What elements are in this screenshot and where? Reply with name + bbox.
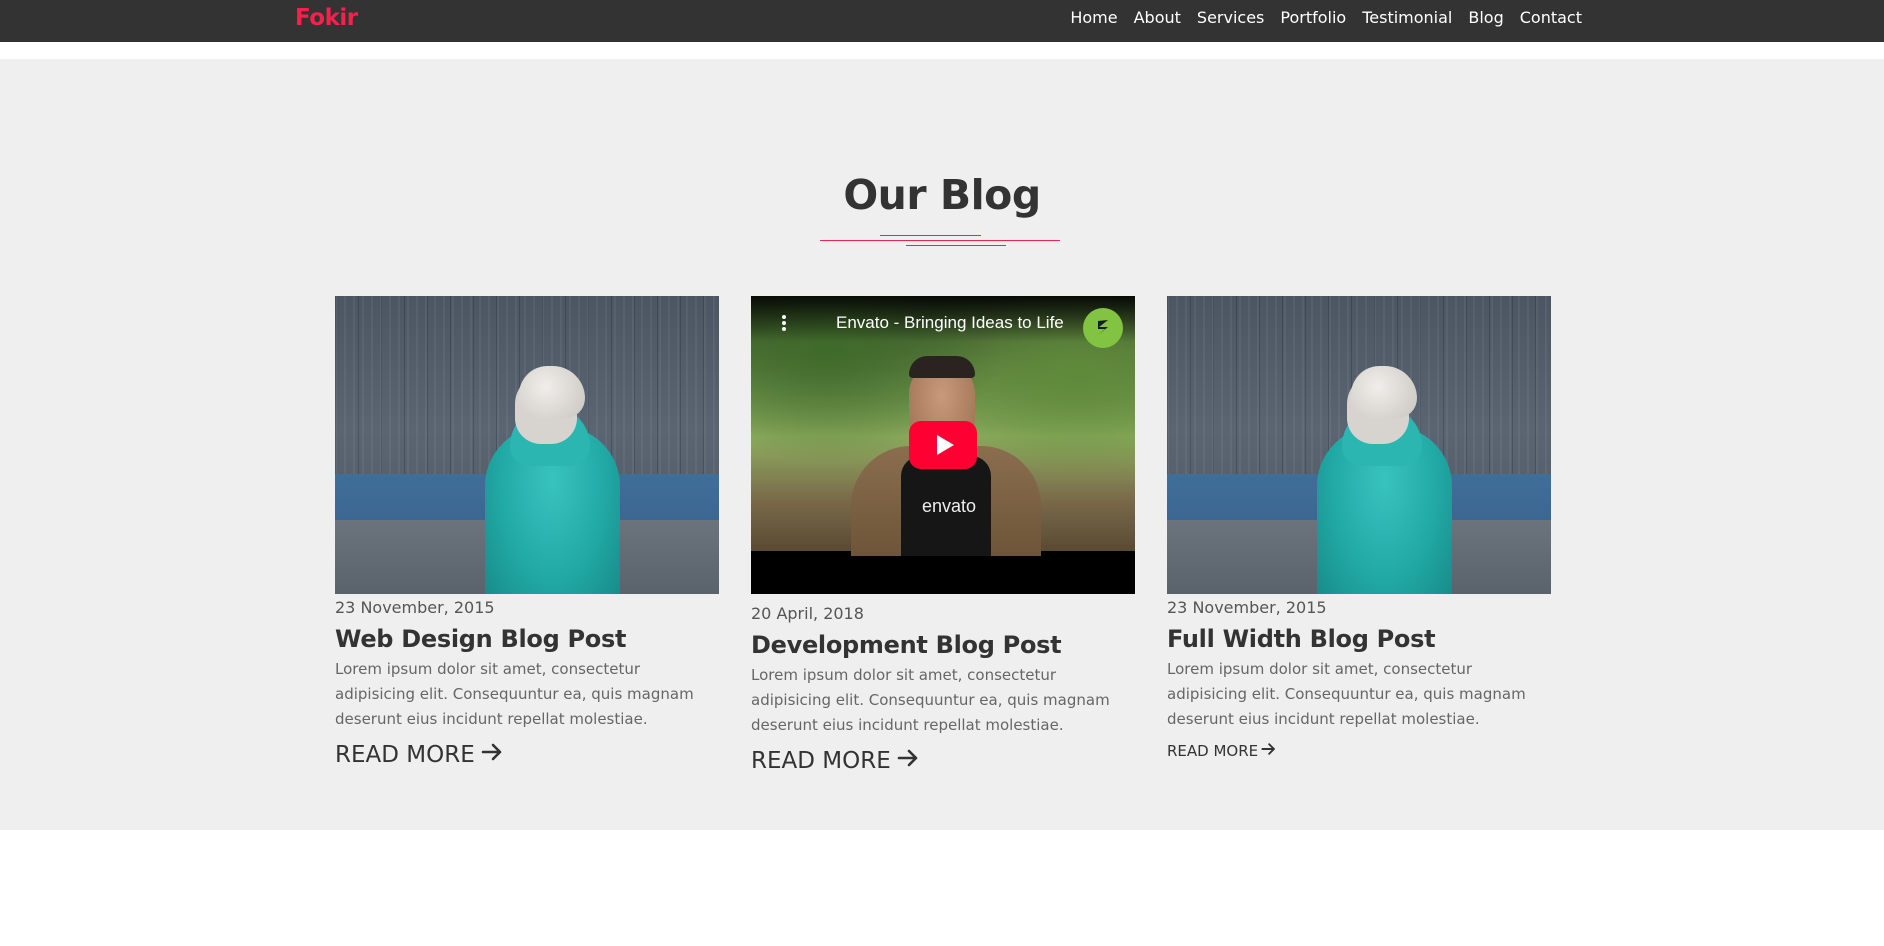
blog-card-excerpt: Lorem ipsum dolor sit amet, consectetur … [1167,660,1526,728]
video-player[interactable]: envato Envato - Bringing Ideas to Life [751,296,1135,594]
nav-link-blog[interactable]: Blog [1468,8,1503,27]
blog-card: envato Envato - Bringing Ideas to Life 2… [751,296,1135,774]
blog-card-image[interactable] [1167,296,1551,594]
blog-card-date: 20 April, 2018 [751,604,864,623]
arrow-right-icon [897,748,919,774]
blog-card-excerpt: Lorem ipsum dolor sit amet, consectetur … [751,666,1110,734]
nav-links: Home About Services Portfolio Testimonia… [1054,0,1582,34]
nav-link-about[interactable]: About [1134,8,1181,27]
nav-link-portfolio[interactable]: Portfolio [1280,8,1346,27]
read-more-link[interactable]: READ MORE [751,748,919,774]
title-underline-bottom [906,245,1006,246]
read-more-label: READ MORE [335,742,475,768]
nav-link-contact[interactable]: Contact [1520,8,1582,27]
read-more-label: READ MORE [751,748,891,774]
blog-card-title[interactable]: Full Width Blog Post [1167,625,1551,653]
nav-link-home[interactable]: Home [1070,8,1117,27]
blog-card-date: 23 November, 2015 [1167,598,1327,617]
read-more-link[interactable]: READ MORE [335,742,503,768]
blog-photo [1167,296,1551,594]
arrow-right-icon [481,742,503,768]
blog-photo [335,296,719,594]
blog-card-video[interactable]: envato Envato - Bringing Ideas to Life [751,296,1135,594]
envato-logo-icon[interactable] [1083,308,1123,348]
blog-card: 23 November, 2015 Full Width Blog Post L… [1167,296,1551,760]
title-underline [0,59,1884,259]
play-button[interactable] [909,421,977,469]
video-shirt-text: envato [921,496,977,516]
play-icon [936,435,954,455]
more-vertical-icon[interactable] [782,315,786,331]
arrow-right-icon [1261,742,1276,760]
title-underline-top [880,235,981,236]
blog-card-title[interactable]: Web Design Blog Post [335,625,719,653]
navbar: Fokir Home About Services Portfolio Test… [0,0,1884,42]
blog-card-excerpt: Lorem ipsum dolor sit amet, consectetur … [335,660,694,728]
brand-logo[interactable]: Fokir [295,5,358,31]
blog-section: Our Blog 23 November, 2015 Web Design Bl… [0,59,1884,830]
title-underline-middle [820,240,1060,241]
nav-link-testimonial[interactable]: Testimonial [1362,8,1452,27]
read-more-link[interactable]: READ MORE [1167,742,1276,760]
blog-card: 23 November, 2015 Web Design Blog Post L… [335,296,719,768]
nav-link-services[interactable]: Services [1197,8,1264,27]
read-more-label: READ MORE [1167,742,1259,760]
video-title[interactable]: Envato - Bringing Ideas to Life [836,313,1064,333]
blog-card-title[interactable]: Development Blog Post [751,631,1135,659]
blog-card-image[interactable] [335,296,719,594]
blog-card-date: 23 November, 2015 [335,598,495,617]
